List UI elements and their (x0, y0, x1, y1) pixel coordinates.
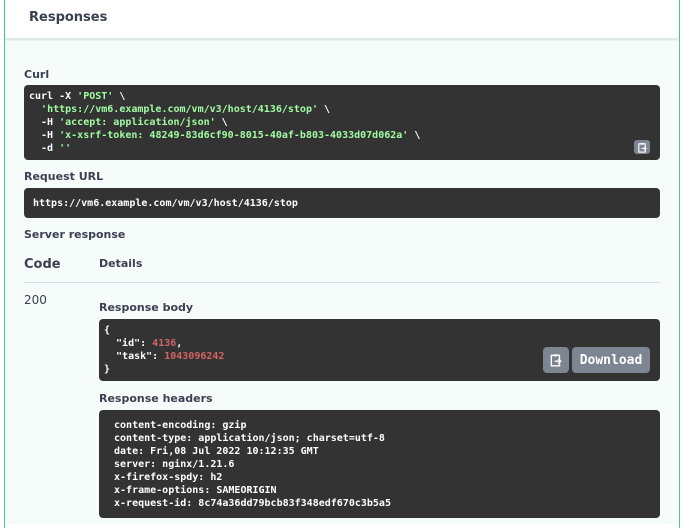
json-value-id: 4136 (152, 338, 177, 349)
response-header-line: date: Fri,08 Jul 2022 10:12:35 GMT (108, 446, 319, 457)
code-column-header: Code (24, 257, 61, 272)
response-header-line: x-request-id: 8c74a36dd79bcb83f348edf670… (108, 498, 391, 509)
curl-label: Curl (24, 68, 50, 81)
copy-curl-button[interactable] (634, 140, 650, 154)
curl-header-xsrf: 'x-xsrf-token: 48249-83d6cf90-8015-40af-… (59, 130, 409, 141)
request-url-block[interactable]: https://vm6.example.com/vm/v3/host/4136/… (24, 188, 660, 218)
response-body-json: { "id": 4136, "task": 1043096242 } (104, 324, 224, 376)
request-url-label: Request URL (24, 170, 104, 183)
json-value-task: 1043096242 (164, 351, 225, 362)
line-continuation: \ (318, 104, 331, 115)
response-headers-list: content-encoding: gzip content-type: app… (108, 419, 391, 510)
curl-data: '' (59, 143, 72, 154)
curl-header-accept: 'accept: application/json' (59, 117, 216, 128)
json-key-id: "id": (104, 338, 153, 349)
copy-response-button[interactable] (543, 347, 569, 373)
curl-method: 'POST' (77, 91, 114, 102)
line-continuation: \ (215, 117, 228, 128)
details-column-header: Details (99, 257, 143, 270)
responses-header: Responses (5, 0, 678, 39)
curl-command: curl -X (29, 91, 78, 102)
json-brace: { (104, 325, 111, 336)
server-response-label: Server response (24, 228, 126, 241)
curl-code-block[interactable]: curl -X 'POST' \ 'https://vm6.example.co… (24, 85, 660, 160)
response-headers-label: Response headers (99, 392, 213, 405)
response-body-block[interactable]: { "id": 4136, "task": 1043096242 } Downl… (99, 319, 660, 381)
table-divider (24, 282, 660, 283)
download-button[interactable]: Download (572, 347, 650, 373)
json-brace: } (104, 364, 111, 375)
json-comma: , (176, 338, 183, 349)
response-headers-block[interactable]: content-encoding: gzip content-type: app… (99, 410, 660, 518)
curl-header-flag: -H (29, 130, 60, 141)
line-continuation: \ (408, 130, 421, 141)
response-header-line: content-type: application/json; charset=… (108, 433, 385, 444)
response-header-line: x-firefox-spdy: h2 (108, 472, 223, 483)
curl-url: 'https://vm6.example.com/vm/v3/host/4136… (41, 104, 318, 115)
response-header-line: server: nginx/1.21.6 (108, 459, 235, 470)
copy-to-clipboard-icon (550, 354, 562, 367)
responses-title: Responses (29, 10, 108, 25)
line-continuation: \ (113, 91, 126, 102)
curl-code: curl -X 'POST' \ 'https://vm6.example.co… (29, 90, 420, 155)
response-header-line: x-frame-options: SAMEORIGIN (108, 485, 277, 496)
response-status-code: 200 (24, 293, 47, 307)
curl-header-flag: -H (29, 117, 60, 128)
request-url-value: https://vm6.example.com/vm/v3/host/4136/… (33, 198, 298, 209)
response-header-line: content-encoding: gzip (108, 420, 247, 431)
response-body-label: Response body (99, 301, 194, 314)
copy-to-clipboard-icon (637, 142, 647, 153)
json-key-task: "task": (104, 351, 165, 362)
curl-data-flag: -d (29, 143, 60, 154)
